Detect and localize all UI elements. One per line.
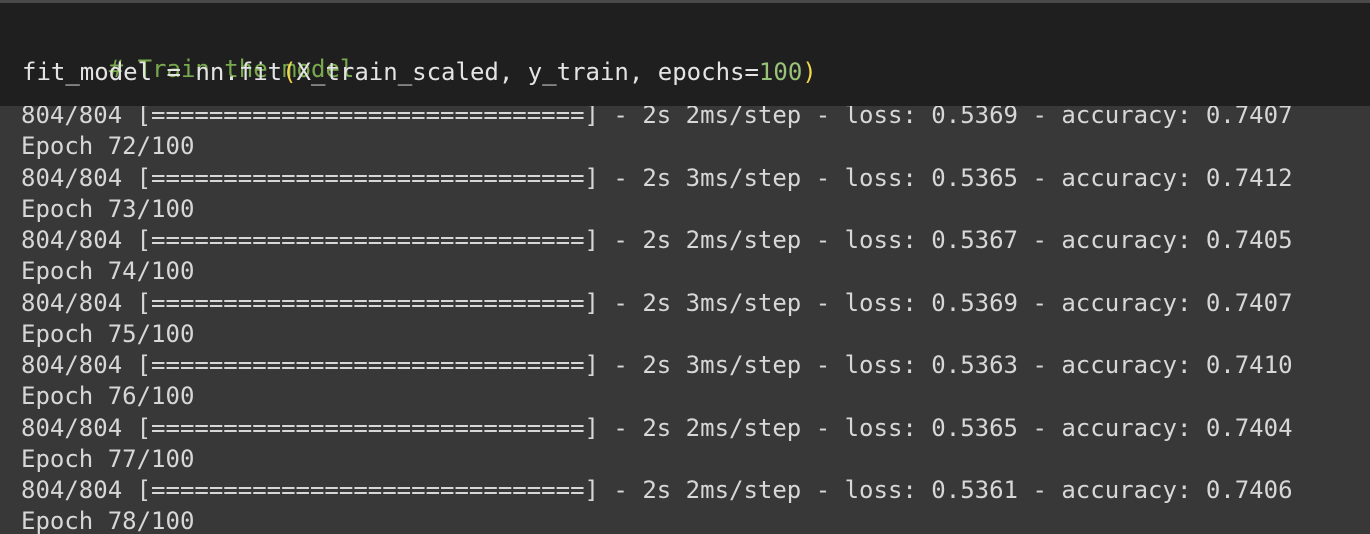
output-epoch-line: Epoch 74/100 (21, 257, 195, 285)
output-progress-line: 804/804 [==============================]… (21, 226, 1293, 254)
notebook-cell: # Train the model fit_model = nn.fit(X_t… (0, 0, 1370, 534)
output-progress-line: 804/804 [==============================]… (21, 414, 1293, 442)
output-progress-line: 804/804 [==============================]… (21, 351, 1293, 379)
output-progress-line: 804/804 [==============================]… (21, 289, 1293, 317)
code-args: X_train_scaled, y_train, epochs= (296, 58, 759, 86)
code-assign: fit_model = nn.fit (22, 58, 283, 86)
code-line-fit[interactable]: fit_model = nn.fit(X_train_scaled, y_tra… (22, 56, 817, 88)
output-epoch-line: Epoch 77/100 (21, 445, 195, 473)
output-progress-line: 804/804 [==============================]… (21, 164, 1293, 192)
code-editor[interactable]: # Train the model fit_model = nn.fit(X_t… (0, 3, 1370, 106)
output-epoch-line: Epoch 76/100 (21, 382, 195, 410)
code-close-paren: ) (802, 58, 817, 86)
output-epoch-line: Epoch 72/100 (21, 132, 195, 160)
code-line-comment[interactable]: # Train the model (22, 21, 355, 83)
output-epoch-line: Epoch 73/100 (21, 195, 195, 223)
code-number: 100 (758, 58, 803, 86)
output-epoch-line: Epoch 78/100 (21, 507, 195, 534)
output-epoch-line: Epoch 75/100 (21, 320, 195, 348)
code-open-paren: ( (282, 58, 297, 86)
output-progress-line: 804/804 [==============================]… (21, 476, 1293, 504)
cell-output[interactable]: 804/804 [==============================]… (0, 96, 1370, 534)
